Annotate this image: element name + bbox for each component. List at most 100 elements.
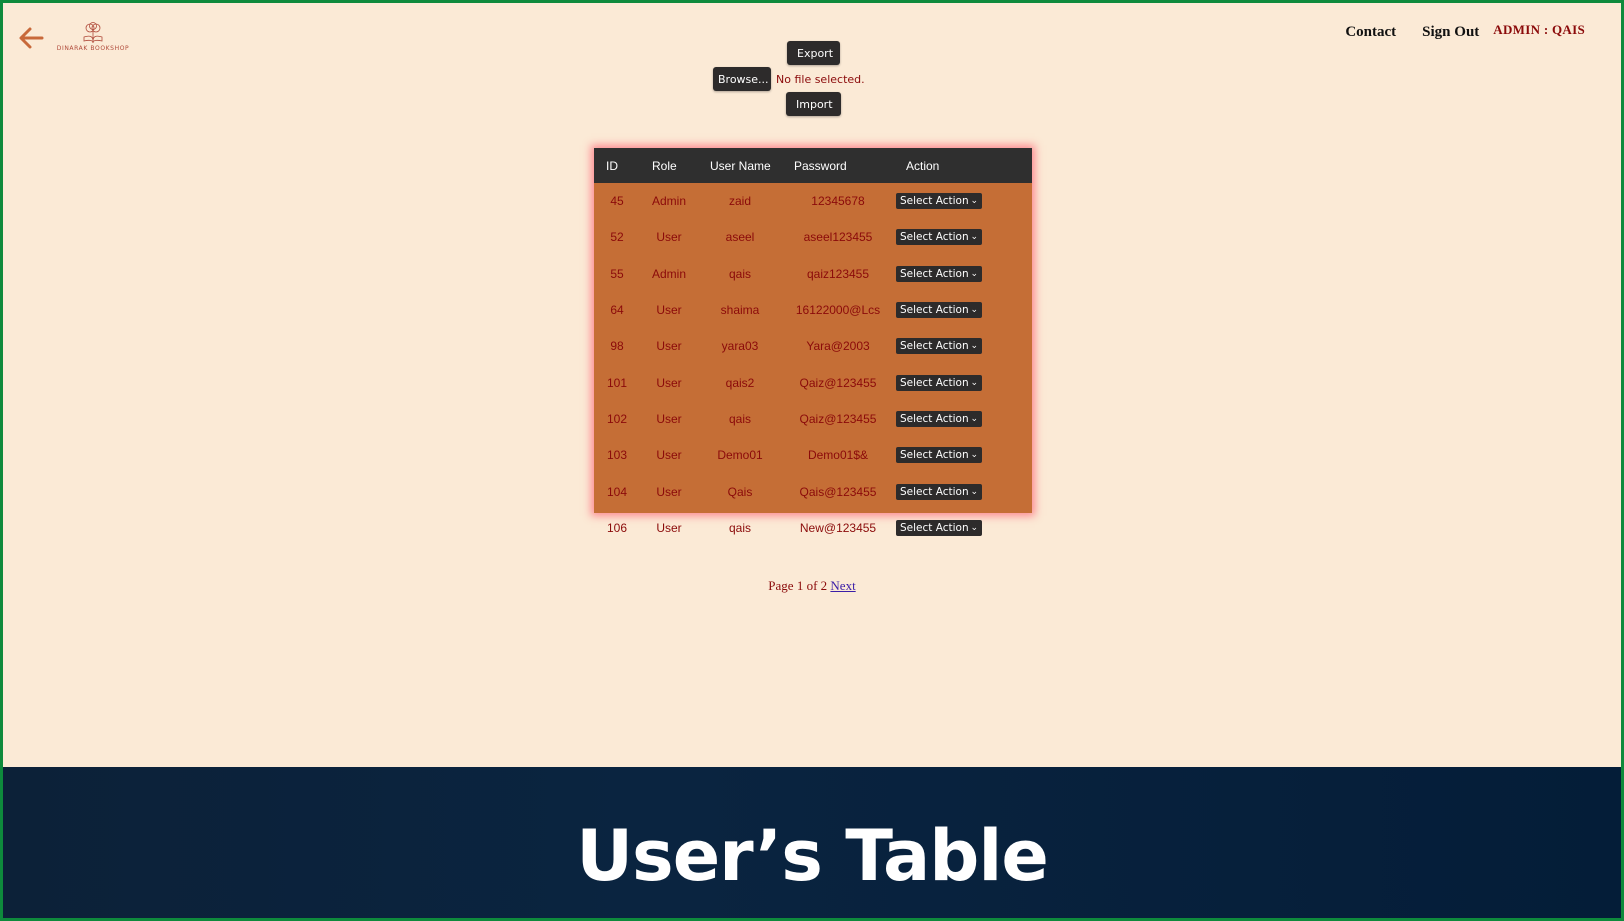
cell-id: 104 bbox=[606, 484, 628, 499]
column-header-role: Role bbox=[652, 158, 677, 173]
cell-password: Qaiz@123455 bbox=[799, 411, 877, 426]
top-nav: Contact Sign Out ADMIN : QAIS bbox=[1345, 22, 1585, 41]
cell-action: Select Action ⌄ bbox=[894, 292, 1032, 328]
cell-password: Yara@2003 bbox=[806, 339, 870, 354]
cell-username: qais bbox=[728, 520, 751, 535]
column-header-password: Password bbox=[794, 158, 847, 173]
cell-action: Select Action ⌄ bbox=[894, 183, 1032, 219]
action-select-label: Select Action bbox=[900, 412, 969, 425]
table-row: 45 Admin zaid 12345678 Select Action ⌄ bbox=[594, 183, 1032, 219]
cell-password: 12345678 bbox=[811, 194, 865, 209]
column-header-action: Action bbox=[906, 158, 940, 173]
cell-action: Select Action ⌄ bbox=[894, 473, 1032, 509]
next-page-link[interactable]: Next bbox=[830, 578, 855, 593]
cell-password: Demo01$& bbox=[807, 448, 869, 463]
cell-action: Select Action ⌄ bbox=[894, 219, 1032, 255]
users-table-container: ID Role User Name Password Action 45 Admi… bbox=[594, 148, 1032, 536]
cell-action: Select Action ⌄ bbox=[894, 256, 1032, 292]
cell-action: Select Action ⌄ bbox=[894, 510, 1032, 546]
chevron-down-icon: ⌄ bbox=[970, 450, 978, 461]
users-table: ID Role User Name Password Action 45 Admi… bbox=[594, 148, 1032, 546]
cell-role: User bbox=[656, 230, 682, 245]
cell-role: User bbox=[656, 484, 682, 499]
cell-password: aseel123455 bbox=[803, 230, 873, 245]
cell-username: qais2 bbox=[725, 375, 755, 390]
action-select[interactable]: Select Action ⌄ bbox=[896, 193, 982, 210]
action-select[interactable]: Select Action ⌄ bbox=[896, 519, 982, 536]
cell-id: 106 bbox=[606, 520, 628, 535]
app-page: DINARAK BOOKSHOP Contact Sign Out ADMIN … bbox=[3, 3, 1621, 767]
table-row: 101 User qais2 Qaiz@123455 Select Action ⌄ bbox=[594, 364, 1032, 400]
pagination: Page 1 of 2 Next bbox=[3, 578, 1621, 594]
column-header-username: User Name bbox=[710, 158, 771, 173]
action-select-label: Select Action bbox=[900, 231, 969, 244]
cell-action: Select Action ⌄ bbox=[894, 437, 1032, 473]
action-select-label: Select Action bbox=[900, 485, 969, 498]
file-status-text: No file selected. bbox=[776, 73, 865, 86]
action-select-label: Select Action bbox=[900, 521, 969, 534]
cell-role: Admin bbox=[651, 194, 686, 209]
cell-action: Select Action ⌄ bbox=[894, 401, 1032, 437]
cell-role: User bbox=[656, 375, 682, 390]
cell-role: User bbox=[656, 448, 682, 463]
cell-role: Admin bbox=[651, 266, 686, 281]
export-button[interactable]: Export bbox=[787, 41, 840, 65]
action-select[interactable]: Select Action ⌄ bbox=[896, 302, 982, 319]
cell-id: 98 bbox=[610, 339, 624, 354]
chevron-down-icon: ⌄ bbox=[970, 341, 978, 352]
chevron-down-icon: ⌄ bbox=[970, 486, 978, 497]
action-select[interactable]: Select Action ⌄ bbox=[896, 483, 982, 500]
import-button[interactable]: Import bbox=[786, 92, 841, 116]
browse-button[interactable]: Browse... bbox=[713, 67, 771, 91]
nav-sign-out-link[interactable]: Sign Out bbox=[1422, 22, 1479, 41]
action-select[interactable]: Select Action ⌄ bbox=[896, 229, 982, 246]
cell-role: User bbox=[656, 303, 682, 318]
cell-action: Select Action ⌄ bbox=[894, 364, 1032, 400]
column-header-id: ID bbox=[606, 158, 618, 173]
cell-username: Qais bbox=[727, 484, 753, 499]
table-body: 45 Admin zaid 12345678 Select Action ⌄ 52 User a… bbox=[594, 183, 1032, 546]
action-select-label: Select Action bbox=[900, 195, 969, 208]
cell-username: qais bbox=[728, 411, 751, 426]
table-row: 104 User Qais Qais@123455 Select Action ⌄ bbox=[594, 473, 1032, 509]
cell-username: aseel bbox=[725, 230, 755, 245]
nav-contact-link[interactable]: Contact bbox=[1345, 22, 1396, 41]
cell-username: Demo01 bbox=[717, 448, 763, 463]
cell-username: yara03 bbox=[721, 339, 759, 354]
cell-password: 16122000@Lcs bbox=[795, 303, 881, 318]
chevron-down-icon: ⌄ bbox=[970, 522, 978, 533]
book-tree-icon bbox=[83, 22, 103, 44]
table-row: 64 User shaima 16122000@Lcs Select Action ⌄ bbox=[594, 292, 1032, 328]
action-select[interactable]: Select Action ⌄ bbox=[896, 338, 982, 355]
action-select-label: Select Action bbox=[900, 449, 969, 462]
back-arrow-icon[interactable] bbox=[16, 23, 46, 53]
chevron-down-icon: ⌄ bbox=[970, 413, 978, 424]
table-header-row: ID Role User Name Password Action bbox=[594, 148, 1032, 183]
logo[interactable]: DINARAK BOOKSHOP bbox=[55, 22, 131, 56]
chevron-down-icon: ⌄ bbox=[970, 196, 978, 207]
table-row: 98 User yara03 Yara@2003 Select Action ⌄ bbox=[594, 328, 1032, 364]
cell-username: zaid bbox=[728, 194, 751, 209]
cell-password: qaiz123455 bbox=[806, 266, 870, 281]
cell-id: 64 bbox=[610, 303, 624, 318]
banner-title: User’s Table bbox=[576, 814, 1049, 897]
cell-id: 103 bbox=[606, 448, 628, 463]
table-row: 106 User qais New@123455 Select Action ⌄ bbox=[594, 510, 1032, 546]
action-select-label: Select Action bbox=[900, 376, 969, 389]
cell-id: 52 bbox=[610, 230, 624, 245]
chevron-down-icon: ⌄ bbox=[970, 377, 978, 388]
cell-role: User bbox=[656, 520, 682, 535]
cell-role: User bbox=[656, 411, 682, 426]
chevron-down-icon: ⌄ bbox=[970, 305, 978, 316]
cell-password: Qais@123455 bbox=[799, 484, 877, 499]
action-select[interactable]: Select Action ⌄ bbox=[896, 410, 982, 427]
cell-password: New@123455 bbox=[799, 520, 877, 535]
action-select[interactable]: Select Action ⌄ bbox=[896, 374, 982, 391]
chevron-down-icon: ⌄ bbox=[970, 232, 978, 243]
action-select[interactable]: Select Action ⌄ bbox=[896, 447, 982, 464]
logo-text: DINARAK BOOKSHOP bbox=[56, 45, 130, 52]
cell-id: 102 bbox=[606, 411, 628, 426]
action-select[interactable]: Select Action ⌄ bbox=[896, 265, 982, 282]
cell-id: 101 bbox=[606, 375, 628, 390]
action-select-label: Select Action bbox=[900, 304, 969, 317]
